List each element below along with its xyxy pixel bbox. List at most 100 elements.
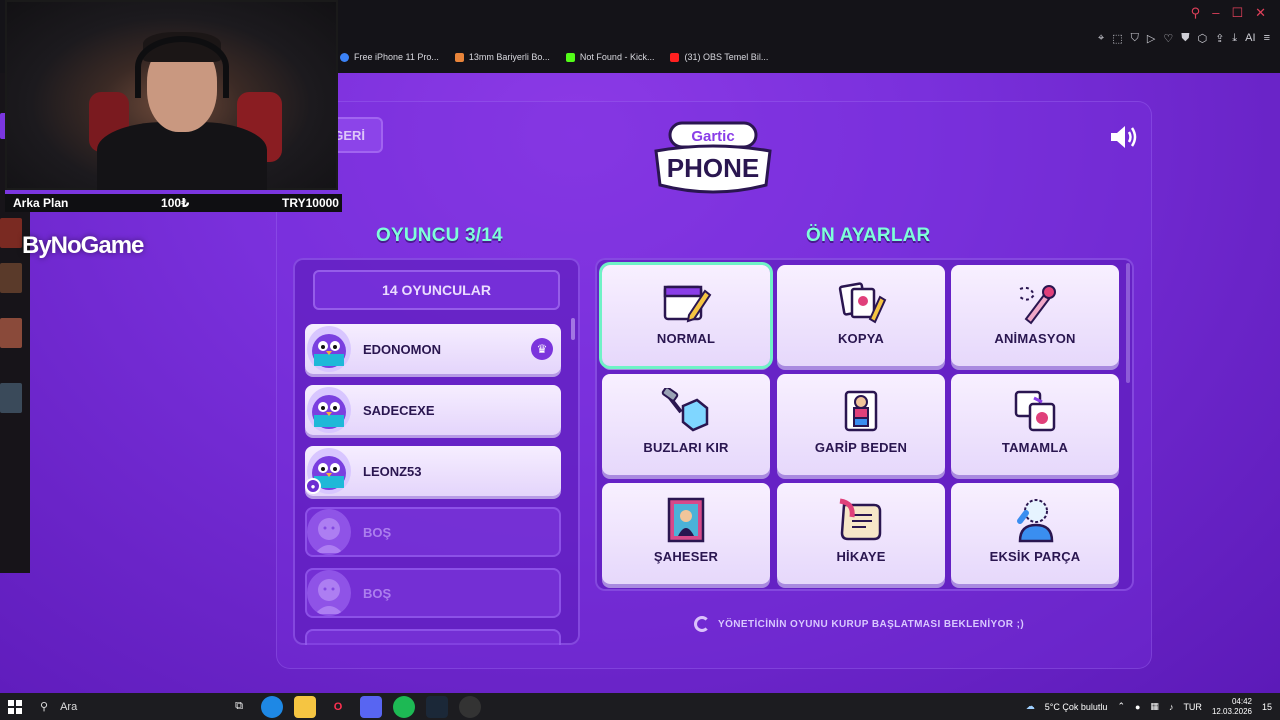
preset-animasyon[interactable]: ANİMASYON [951, 265, 1119, 366]
players-count-button[interactable]: 14 OYUNCULAR [313, 270, 560, 310]
task-view-icon[interactable]: ⧉ [228, 696, 250, 718]
waiting-text: YÖNETİCİNİN OYUNU KURUP BAŞLATMASI BEKLE… [718, 618, 1025, 630]
discord-icon[interactable] [360, 695, 382, 718]
search-icon[interactable]: ⚲ [1191, 5, 1201, 21]
player-row[interactable]: SADECEXE [305, 385, 561, 435]
preset-eksik-parca[interactable]: EKSİK PARÇA [951, 483, 1119, 584]
thumbnail [0, 218, 22, 248]
screen: ⚲ – ☐ ✕ ⌖ ⬚ ⛉ ▷ ♡ ⛊ ⬡ ⇪ ⤓ AI ≡ Free iPho… [0, 0, 1280, 720]
player-name: SADECEXE [363, 402, 435, 418]
headset-icon [135, 36, 229, 98]
user-icon: ● [305, 478, 321, 494]
empty-slot: BOŞ [305, 568, 561, 618]
speaker-icon[interactable] [1108, 123, 1138, 151]
calendar-pencil-icon [663, 285, 712, 323]
menu-icon[interactable]: ≡ [1264, 32, 1270, 45]
bookmark-item[interactable]: 13mm Bariyerli Bo... [454, 52, 550, 62]
masterpiece-portrait-icon [667, 497, 705, 543]
empty-slot-label: BOŞ [363, 585, 392, 601]
webcam-overlay [5, 0, 338, 192]
volume-icon[interactable]: ♪ [1169, 702, 1174, 712]
bookmark-item[interactable]: (31) OBS Temel Bil... [670, 52, 768, 62]
cloud-icon: ☁ [1025, 701, 1035, 711]
preset-label: NORMAL [656, 331, 716, 346]
logo-top-text: Gartic [691, 128, 734, 145]
empty-slot: BOŞ [305, 507, 561, 557]
player-row[interactable]: ● LEONZ53 [305, 446, 561, 496]
preset-label: ANİMASYON [994, 331, 1076, 346]
clock-time: 04:42 [1231, 696, 1252, 706]
close-icon[interactable]: ✕ [1255, 5, 1266, 21]
complete-picture-icon [1014, 390, 1056, 432]
steam-icon[interactable] [426, 695, 448, 718]
download-icon[interactable]: ⤓ [1232, 32, 1237, 45]
obs-icon[interactable] [459, 695, 481, 718]
taskbar-search[interactable]: ⚲ Ara [30, 693, 220, 720]
share-icon[interactable]: ⇪ [1215, 32, 1224, 45]
preset-saheser[interactable]: ŞAHESER [602, 483, 770, 584]
language-indicator[interactable]: TUR [1183, 702, 1202, 712]
ice-hammer-icon [661, 388, 709, 432]
preset-hikaye[interactable]: HİKAYE [777, 483, 945, 584]
missing-piece-icon [1017, 499, 1054, 543]
animation-pen-icon [1019, 285, 1056, 325]
extensions-icon[interactable]: ⬡ [1197, 32, 1207, 45]
play-icon[interactable]: ▷ [1147, 32, 1155, 45]
story-scroll-icon [839, 498, 882, 541]
ai-icon[interactable]: AI [1245, 32, 1255, 45]
chevron-up-icon[interactable]: ⌃ [1117, 701, 1125, 712]
empty-slot-label: BOŞ [363, 524, 392, 540]
pin-icon[interactable]: ⌖ [1098, 32, 1104, 45]
bookmark-label: 13mm Bariyerli Bo... [468, 52, 550, 62]
browser-toolbar: ⌖ ⬚ ⛉ ▷ ♡ ⛊ ⬡ ⇪ ⤓ AI ≡ [1098, 32, 1270, 45]
players-title: OYUNCU 3/14 [376, 225, 503, 246]
spotify-icon[interactable] [393, 695, 415, 718]
bookmarks-bar: Free iPhone 11 Pro... 13mm Bariyerli Bo.… [340, 52, 768, 62]
weather-text[interactable]: 5°C Çok bulutlu [1045, 702, 1108, 712]
minimize-icon[interactable]: – [1212, 5, 1219, 21]
clock[interactable]: 04:42 12.03.2026 [1212, 697, 1252, 717]
preset-normal[interactable]: NORMAL [602, 265, 770, 366]
youtube-icon [670, 52, 680, 62]
preset-label: ŞAHESER [653, 549, 719, 564]
start-button[interactable] [0, 693, 30, 720]
preset-garip-beden[interactable]: GARİP BEDEN [777, 374, 945, 475]
kick-icon [565, 52, 575, 62]
network-icon[interactable]: ▦ [1150, 701, 1159, 712]
heart-icon[interactable]: ♡ [1163, 32, 1173, 45]
preset-label: BUZLARI KIR [643, 440, 729, 455]
shield-icon[interactable]: ⛉ [1131, 32, 1139, 45]
preset-label: HİKAYE [836, 549, 886, 564]
thumbnail [0, 383, 22, 413]
donation-goal: Arka Plan 100₺ TRY10000 [5, 194, 342, 212]
preset-label: TAMAMLA [1001, 440, 1069, 455]
screenshot-icon[interactable]: ⬚ [1112, 32, 1122, 45]
empty-avatar-icon [307, 570, 351, 616]
windows-taskbar: ⚲ Ara ⧉ O ☁ 5°C Çok bulutlu ⌃ ● ▦ ♪ TUR … [0, 693, 1280, 720]
file-explorer-icon[interactable] [294, 695, 316, 718]
bookmark-label: (31) OBS Temel Bil... [684, 52, 769, 62]
players-panel: 14 OYUNCULAR EDONOMON ♛ SADECEXE ● LEONZ… [293, 258, 580, 645]
logo-bottom-text: PHONE [667, 153, 759, 183]
vpn-icon[interactable]: ⛊ [1181, 32, 1189, 45]
notifications-count[interactable]: 15 [1262, 702, 1272, 712]
bookmark-item[interactable]: Free iPhone 11 Pro... [340, 52, 439, 62]
players-scrollbar[interactable] [571, 318, 575, 340]
player-row[interactable]: EDONOMON ♛ [305, 324, 561, 374]
edge-icon[interactable] [261, 695, 283, 718]
search-placeholder: Ara [60, 700, 78, 713]
bookmark-favicon-icon [340, 52, 349, 62]
bird-avatar-icon [307, 387, 351, 433]
opera-gx-icon[interactable]: O [327, 696, 349, 718]
preset-tamamla[interactable]: TAMAMLA [951, 374, 1119, 475]
donation-amount: 100₺ [161, 196, 190, 210]
preset-kopya[interactable]: KOPYA [777, 265, 945, 366]
mic-icon[interactable]: ● [1135, 702, 1140, 712]
presets-scrollbar[interactable] [1126, 263, 1130, 383]
bookmark-item[interactable]: Not Found - Kick... [565, 52, 654, 62]
search-icon: ⚲ [40, 701, 49, 713]
streamer-body-shape [97, 122, 267, 192]
preset-buzlari-kir[interactable]: BUZLARI KIR [602, 374, 770, 475]
bird-avatar-icon [307, 326, 351, 372]
maximize-icon[interactable]: ☐ [1231, 5, 1243, 21]
